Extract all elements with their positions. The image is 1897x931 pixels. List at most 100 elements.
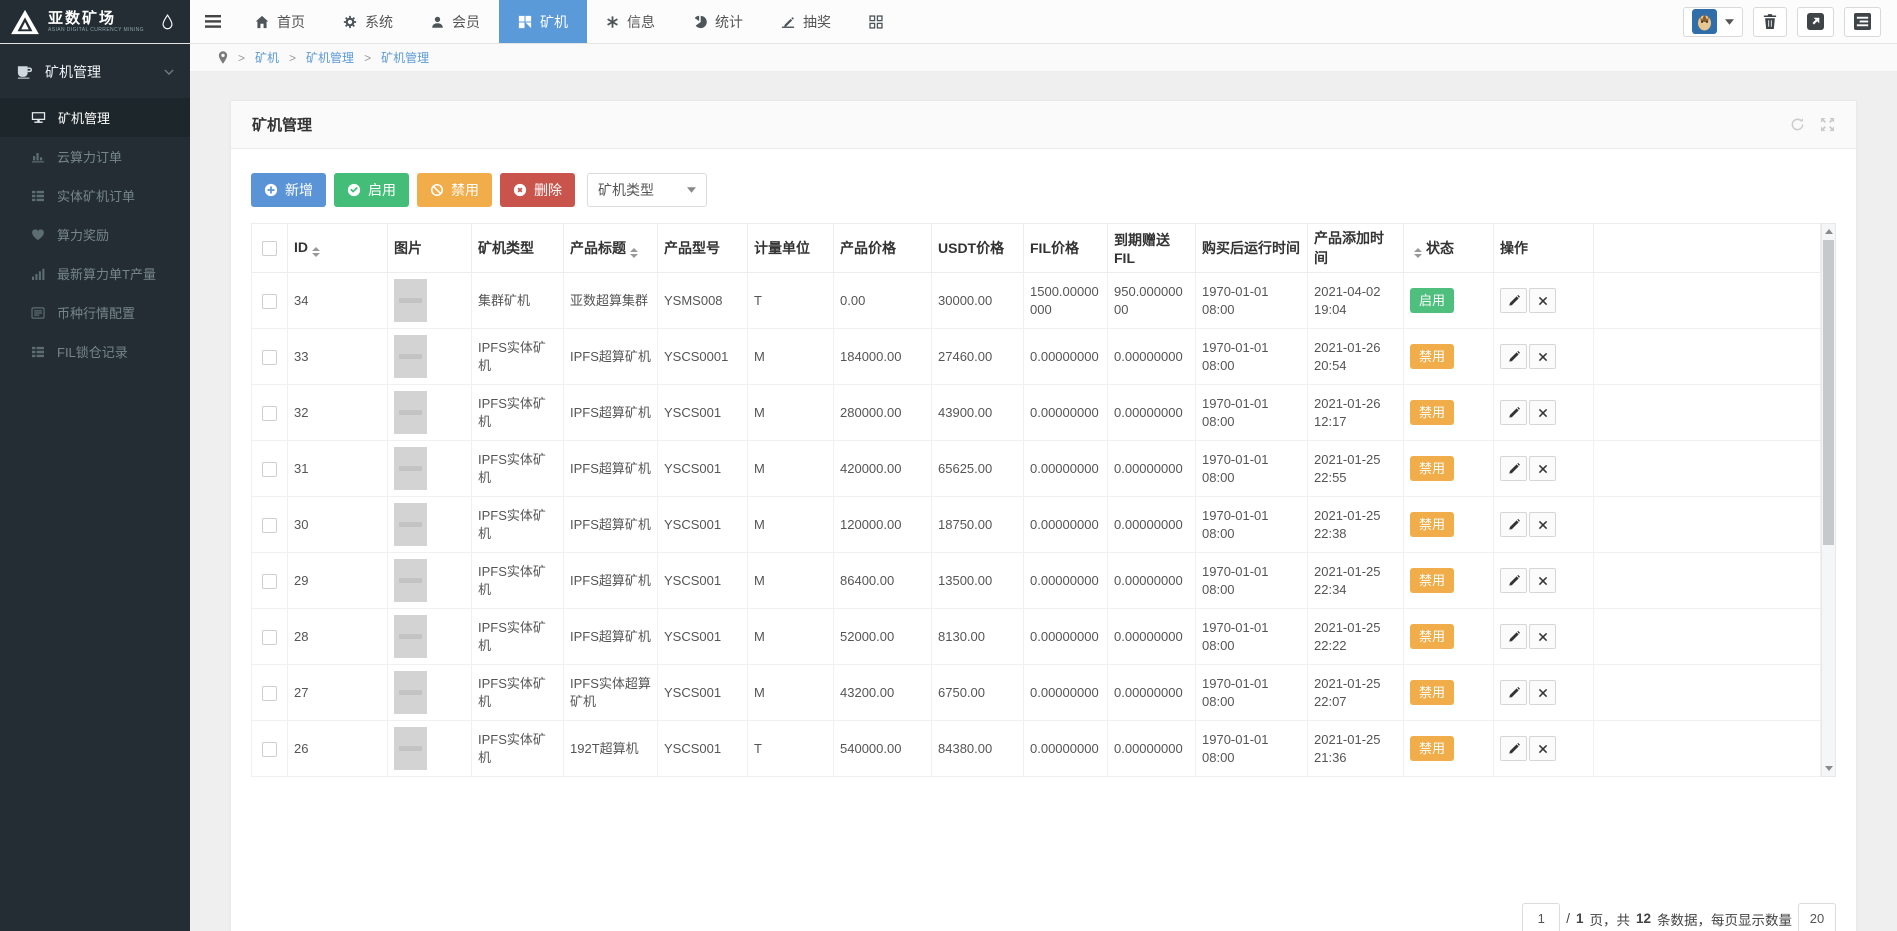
- column-header[interactable]: 状态: [1404, 224, 1494, 273]
- topnav-item[interactable]: 信息: [587, 0, 674, 43]
- sidebar-item[interactable]: 云算力订单: [0, 137, 190, 176]
- cell-unit: T: [748, 721, 834, 777]
- refresh-icon[interactable]: [1790, 117, 1805, 132]
- sort-icon[interactable]: [312, 247, 320, 257]
- row-checkbox[interactable]: [262, 462, 277, 477]
- sidebar-section-mining[interactable]: 矿机管理: [0, 44, 190, 98]
- edit-button[interactable]: [1500, 400, 1527, 425]
- column-header[interactable]: 操作: [1494, 224, 1594, 273]
- edit-button[interactable]: [1500, 456, 1527, 481]
- action-buttons: [1500, 512, 1587, 537]
- cell-status: 禁用: [1404, 497, 1494, 553]
- sidebar-item[interactable]: 最新算力单T产量: [0, 254, 190, 293]
- column-header-label: 状态: [1426, 240, 1454, 256]
- column-header[interactable]: 到期赠送FIL: [1108, 224, 1196, 273]
- cell-fil-price: 0.00000000: [1024, 665, 1108, 721]
- column-header[interactable]: 矿机类型: [472, 224, 564, 273]
- delete-row-button[interactable]: [1529, 680, 1556, 705]
- column-header[interactable]: 产品标题: [564, 224, 658, 273]
- cell-price: 43200.00: [834, 665, 932, 721]
- topnav-item[interactable]: 系统: [324, 0, 412, 43]
- menu-list-button[interactable]: [1844, 7, 1881, 37]
- edit-button[interactable]: [1500, 288, 1527, 313]
- product-image-placeholder: [394, 279, 427, 322]
- asterisk-icon: [606, 15, 619, 29]
- topnav-item[interactable]: 会员: [412, 0, 499, 43]
- row-checkbox[interactable]: [262, 350, 277, 365]
- expand-icon[interactable]: [1820, 117, 1835, 132]
- column-header[interactable]: 计量单位: [748, 224, 834, 273]
- column-header[interactable]: ID: [288, 224, 388, 273]
- miner-type-select[interactable]: 矿机类型: [587, 173, 707, 207]
- topnav-item[interactable]: [850, 0, 902, 43]
- delete-row-button[interactable]: [1529, 624, 1556, 649]
- delete-row-button[interactable]: [1529, 288, 1556, 313]
- breadcrumb-link[interactable]: 矿机: [255, 49, 279, 66]
- column-header[interactable]: 图片: [388, 224, 472, 273]
- sort-icon[interactable]: [630, 248, 638, 258]
- select-all-checkbox[interactable]: [262, 241, 277, 256]
- delete-row-button[interactable]: [1529, 456, 1556, 481]
- row-checkbox[interactable]: [262, 294, 277, 309]
- cell-product-model: YSCS001: [658, 609, 748, 665]
- disable-button[interactable]: 禁用: [417, 173, 492, 207]
- cell-gift-fil: 0.00000000: [1108, 441, 1196, 497]
- cell-usdt-price: 27460.00: [932, 329, 1024, 385]
- sidebar-item[interactable]: 实体矿机订单: [0, 176, 190, 215]
- delete-row-button[interactable]: [1529, 736, 1556, 761]
- scroll-up-arrow[interactable]: [1822, 224, 1835, 239]
- delete-row-button[interactable]: [1529, 568, 1556, 593]
- add-button[interactable]: 新增: [251, 173, 326, 207]
- page-size-input[interactable]: [1798, 903, 1836, 931]
- row-checkbox[interactable]: [262, 406, 277, 421]
- cell-runtime: 1970-01-01 08:00: [1196, 497, 1308, 553]
- page-input[interactable]: [1522, 903, 1560, 931]
- external-link-button[interactable]: [1797, 7, 1834, 37]
- delete-row-button[interactable]: [1529, 512, 1556, 537]
- sidebar-item[interactable]: 算力奖励: [0, 215, 190, 254]
- breadcrumb-link[interactable]: 矿机管理: [381, 49, 429, 66]
- edit-button[interactable]: [1500, 680, 1527, 705]
- delete-row-button[interactable]: [1529, 344, 1556, 369]
- topnav-item[interactable]: 矿机: [499, 0, 587, 43]
- cell-unit: M: [748, 329, 834, 385]
- breadcrumb-separator: >: [364, 51, 371, 65]
- column-header[interactable]: 产品价格: [834, 224, 932, 273]
- row-checkbox[interactable]: [262, 518, 277, 533]
- cell-gift-fil: 0.00000000: [1108, 497, 1196, 553]
- breadcrumb-link[interactable]: 矿机管理: [306, 49, 354, 66]
- user-menu-button[interactable]: [1683, 7, 1743, 37]
- cell-fil-price: 1500.00000000: [1024, 273, 1108, 329]
- topnav-item[interactable]: 抽奖: [762, 0, 850, 43]
- column-header[interactable]: FIL价格: [1024, 224, 1108, 273]
- edit-button[interactable]: [1500, 568, 1527, 593]
- column-header[interactable]: USDT价格: [932, 224, 1024, 273]
- cell-image: [388, 385, 472, 441]
- sidebar-item[interactable]: 矿机管理: [0, 98, 190, 137]
- delete-button[interactable]: 删除: [500, 173, 575, 207]
- sidebar-item[interactable]: 币种行情配置: [0, 293, 190, 332]
- sidebar: 矿机管理 矿机管理云算力订单实体矿机订单算力奖励最新算力单T产量币种行情配置FI…: [0, 44, 190, 931]
- edit-button[interactable]: [1500, 344, 1527, 369]
- row-checkbox[interactable]: [262, 574, 277, 589]
- sidebar-toggle-button[interactable]: [190, 0, 236, 43]
- trash-button[interactable]: [1753, 7, 1787, 37]
- edit-button[interactable]: [1500, 624, 1527, 649]
- row-checkbox[interactable]: [262, 686, 277, 701]
- topnav-item[interactable]: 统计: [674, 0, 762, 43]
- table-scrollbar[interactable]: [1821, 223, 1836, 777]
- enable-button[interactable]: 启用: [334, 173, 409, 207]
- delete-row-button[interactable]: [1529, 400, 1556, 425]
- column-header[interactable]: 购买后运行时间: [1196, 224, 1308, 273]
- topnav-item[interactable]: 首页: [236, 0, 324, 43]
- row-checkbox[interactable]: [262, 630, 277, 645]
- scroll-thumb[interactable]: [1823, 240, 1834, 545]
- edit-button[interactable]: [1500, 736, 1527, 761]
- sort-icon[interactable]: [1414, 248, 1422, 258]
- scroll-down-arrow[interactable]: [1822, 761, 1835, 776]
- column-header[interactable]: 产品添加时间: [1308, 224, 1404, 273]
- row-checkbox[interactable]: [262, 742, 277, 757]
- sidebar-item[interactable]: FIL锁仓记录: [0, 332, 190, 371]
- column-header[interactable]: 产品型号: [658, 224, 748, 273]
- edit-button[interactable]: [1500, 512, 1527, 537]
